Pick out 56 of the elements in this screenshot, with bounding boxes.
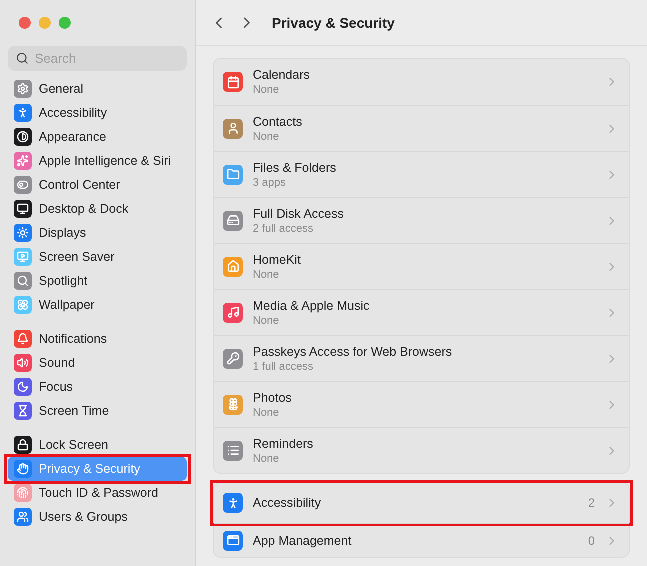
row-title: Files & Folders <box>253 160 338 174</box>
zoom-button[interactable] <box>59 17 71 29</box>
settings-row[interactable]: Accessibility 2 <box>214 483 629 523</box>
search-icon <box>16 52 29 65</box>
row-detail: None <box>253 314 280 326</box>
row-title: Reminders <box>253 436 314 450</box>
window-title: Privacy & Security <box>272 14 395 30</box>
settings-row[interactable]: Files & Folders 3 apps <box>214 151 629 197</box>
sidebar-item[interactable]: Wallpaper <box>8 293 187 317</box>
sidebar-item[interactable]: Control Center <box>8 173 187 197</box>
row-title: Contacts <box>253 114 304 128</box>
settings-row[interactable]: App Management 0 <box>214 523 629 557</box>
settings-row[interactable]: Photos None <box>214 381 629 427</box>
row-title: Full Disk Access <box>253 206 345 220</box>
row-detail: None <box>253 406 280 418</box>
sidebar-item[interactable]: General <box>8 77 187 101</box>
row-title: Photos <box>253 390 293 404</box>
sidebar-item[interactable]: Notifications <box>8 327 187 351</box>
sidebar-item[interactable]: Screen Saver <box>8 245 187 269</box>
row-count: 2 <box>588 496 595 510</box>
sidebar-item[interactable]: Spotlight <box>8 269 187 293</box>
row-detail: None <box>253 268 280 280</box>
sidebar-item[interactable]: Lock Screen <box>8 433 187 457</box>
row-title: Calendars <box>253 68 311 82</box>
sidebar-item[interactable]: Sound <box>8 351 187 375</box>
row-detail: 3 apps <box>253 176 288 188</box>
sidebar-item[interactable]: Users & Groups <box>8 505 187 529</box>
row-title: Media & Apple Music <box>253 298 371 312</box>
row-detail: 2 full access <box>253 222 315 234</box>
row-detail: None <box>253 130 280 142</box>
sidebar-item[interactable]: Accessibility <box>8 101 187 125</box>
row-detail: 1 full access <box>253 360 315 372</box>
row-detail: None <box>253 84 280 96</box>
settings-row[interactable]: Reminders None <box>214 427 629 473</box>
row-count: 0 <box>588 534 595 548</box>
minimize-button[interactable] <box>39 17 51 29</box>
sidebar-item[interactable]: Screen Time <box>8 399 187 423</box>
sidebar-item[interactable]: Focus <box>8 375 187 399</box>
search-field[interactable]: Search <box>8 46 187 71</box>
settings-row[interactable]: Passkeys Access for Web Browsers 1 full access <box>214 335 629 381</box>
row-detail: None <box>253 452 280 464</box>
sidebar-item[interactable]: Apple Intelligence & Siri <box>8 149 187 173</box>
sidebar-item[interactable]: Touch ID & Password <box>8 481 187 505</box>
row-title: HomeKit <box>253 252 302 266</box>
row-title: App Management <box>253 534 353 548</box>
sidebar-item[interactable]: Appearance <box>8 125 187 149</box>
settings-row[interactable]: Contacts None <box>214 105 629 151</box>
settings-row[interactable]: Media & Apple Music None <box>214 289 629 335</box>
settings-row[interactable]: HomeKit None <box>214 243 629 289</box>
close-button[interactable] <box>19 17 31 29</box>
sidebar-item[interactable]: Displays <box>8 221 187 245</box>
settings-row[interactable]: Calendars None <box>214 59 629 105</box>
settings-row[interactable]: Full Disk Access 2 full access <box>214 197 629 243</box>
row-title: Accessibility <box>253 496 322 510</box>
sidebar-item[interactable]: Desktop & Dock <box>8 197 187 221</box>
row-title: Passkeys Access for Web Browsers <box>253 344 454 358</box>
